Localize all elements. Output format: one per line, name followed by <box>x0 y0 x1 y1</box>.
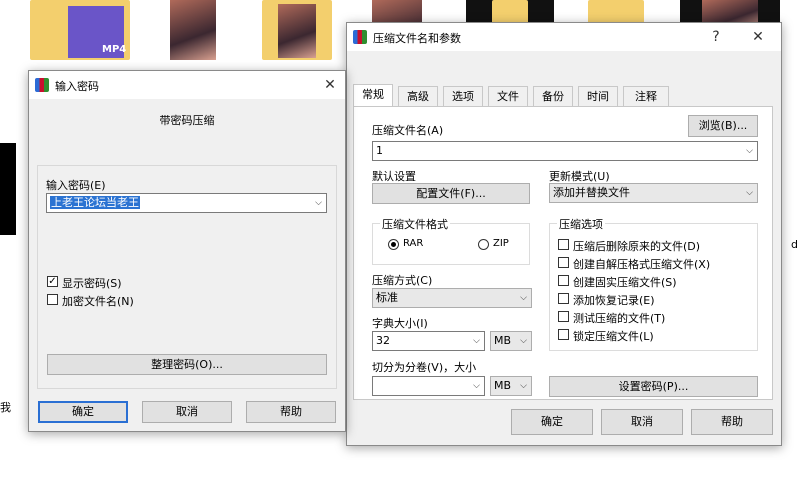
option-delete-label: 压缩后删除原来的文件(D) <box>573 240 701 253</box>
encrypt-filenames-checkbox[interactable] <box>47 294 58 305</box>
update-mode-value: 添加并替换文件 <box>553 186 630 199</box>
tab-backup[interactable]: 备份 <box>533 86 573 106</box>
winrar-icon <box>35 78 49 92</box>
tab-general[interactable]: 常规 <box>353 84 393 106</box>
format-rar-label: RAR <box>403 238 424 249</box>
chevron-down-icon: ⌵ <box>520 336 527 346</box>
archive-name-field[interactable]: 1 ⌵ <box>372 141 758 161</box>
chevron-down-icon: ⌵ <box>520 381 527 391</box>
cancel-button[interactable]: 取消 <box>142 401 232 423</box>
chevron-down-icon[interactable]: ⌵ <box>473 377 480 395</box>
winrar-icon <box>353 30 367 44</box>
set-password-button[interactable]: 设置密码(P)... <box>549 376 758 397</box>
desktop-folder-thumb[interactable] <box>262 0 332 60</box>
option-delete-checkbox[interactable] <box>558 239 569 250</box>
option-recovery-label: 添加恢复记录(E) <box>573 294 655 307</box>
password-label: 输入密码(E) <box>46 179 106 192</box>
archive-name-label: 压缩文件名(A) <box>372 124 444 137</box>
help-button[interactable]: 帮助 <box>246 401 336 423</box>
option-solid-label: 创建固实压缩文件(S) <box>573 276 677 289</box>
compression-method-label: 压缩方式(C) <box>372 274 433 287</box>
chevron-down-icon: ⌵ <box>520 293 527 303</box>
tab-time[interactable]: 时间 <box>578 86 618 106</box>
tab-options[interactable]: 选项 <box>443 86 483 106</box>
compression-method-select[interactable]: 标准 ⌵ <box>372 288 532 308</box>
archive-settings-dialog: 压缩文件名和参数 ? ✕ 常规 高级 选项 文件 备份 时间 注释 压缩文件名(… <box>346 22 782 446</box>
chevron-down-icon[interactable]: ⌵ <box>746 142 753 160</box>
update-mode-label: 更新模式(U) <box>549 170 610 183</box>
option-test-label: 测试压缩的文件(T) <box>573 312 666 325</box>
archive-dialog-titlebar[interactable]: 压缩文件名和参数 ? ✕ <box>347 23 781 51</box>
split-unit-value: MB <box>494 379 512 392</box>
ok-button[interactable]: 确定 <box>38 401 128 423</box>
close-icon[interactable]: ✕ <box>747 27 769 47</box>
split-unit-select[interactable]: MB ⌵ <box>490 376 532 396</box>
password-input[interactable]: 上老王论坛当老王 ⌵ <box>46 193 327 213</box>
ok-button[interactable]: 确定 <box>511 409 593 435</box>
format-group-label: 压缩文件格式 <box>380 216 450 232</box>
option-recovery-checkbox[interactable] <box>558 293 569 304</box>
desktop-side-char: 我 <box>0 401 11 414</box>
password-dialog-title: 输入密码 <box>55 80 99 93</box>
password-dialog: 输入密码 ✕ 带密码压缩 输入密码(E) 上老王论坛当老王 ⌵ ✓ 显示密码(S… <box>28 70 346 432</box>
format-rar-radio[interactable] <box>388 239 399 250</box>
chevron-down-icon[interactable]: ⌵ <box>315 194 322 212</box>
chevron-down-icon: ⌵ <box>746 188 753 198</box>
password-dialog-heading: 带密码压缩 <box>159 114 215 127</box>
split-volume-label: 切分为分卷(V)，大小 <box>372 361 477 374</box>
desktop-video-file[interactable]: MP4 <box>30 0 130 60</box>
update-mode-select[interactable]: 添加并替换文件 ⌵ <box>549 183 758 203</box>
desktop-image-thumb[interactable] <box>170 0 216 60</box>
option-lock-checkbox[interactable] <box>558 329 569 340</box>
option-test-checkbox[interactable] <box>558 311 569 322</box>
chevron-down-icon[interactable]: ⌵ <box>473 332 480 350</box>
close-icon[interactable]: ✕ <box>319 75 341 95</box>
option-solid-checkbox[interactable] <box>558 275 569 286</box>
password-input-value: 上老王论坛当老王 <box>50 196 140 209</box>
help-button[interactable]: 帮助 <box>691 409 773 435</box>
dictionary-size-value: 32 <box>376 334 390 347</box>
profiles-button[interactable]: 配置文件(F)... <box>372 183 530 204</box>
default-settings-label: 默认设置 <box>372 170 416 183</box>
archive-options-label: 压缩选项 <box>557 216 605 232</box>
compression-method-value: 标准 <box>376 291 398 304</box>
tab-comment[interactable]: 注释 <box>623 86 669 106</box>
file-label: MP4 <box>102 44 127 55</box>
help-icon[interactable]: ? <box>705 27 727 47</box>
format-zip-radio[interactable] <box>478 239 489 250</box>
tab-files[interactable]: 文件 <box>488 86 528 106</box>
show-password-label: 显示密码(S) <box>62 277 122 290</box>
option-sfx-checkbox[interactable] <box>558 257 569 268</box>
password-dialog-titlebar[interactable]: 输入密码 ✕ <box>29 71 345 99</box>
encrypt-filenames-label: 加密文件名(N) <box>62 295 134 308</box>
general-tab-panel: 压缩文件名(A) 浏览(B)... 1 ⌵ 默认设置 配置文件(F)... 更新… <box>353 106 773 400</box>
dictionary-unit-select[interactable]: MB ⌵ <box>490 331 532 351</box>
tab-advanced[interactable]: 高级 <box>398 86 438 106</box>
archive-dialog-title: 压缩文件名和参数 <box>373 32 461 45</box>
cancel-button[interactable]: 取消 <box>601 409 683 435</box>
option-lock-label: 锁定压缩文件(L) <box>573 330 654 343</box>
option-sfx-label: 创建自解压格式压缩文件(X) <box>573 258 711 271</box>
dictionary-size-field[interactable]: 32 ⌵ <box>372 331 485 351</box>
dictionary-size-label: 字典大小(I) <box>372 317 428 330</box>
format-zip-label: ZIP <box>493 238 509 249</box>
browse-button[interactable]: 浏览(B)... <box>688 115 758 137</box>
folder-preview-image <box>278 4 316 58</box>
dictionary-unit-value: MB <box>494 334 512 347</box>
organize-passwords-button[interactable]: 整理密码(O)... <box>47 354 327 375</box>
desktop-side-char: d <box>791 238 798 251</box>
desktop-dark-strip <box>0 143 16 235</box>
split-volume-field[interactable]: ⌵ <box>372 376 485 396</box>
show-password-checkbox[interactable]: ✓ <box>47 276 58 287</box>
archive-name-value: 1 <box>376 144 383 157</box>
